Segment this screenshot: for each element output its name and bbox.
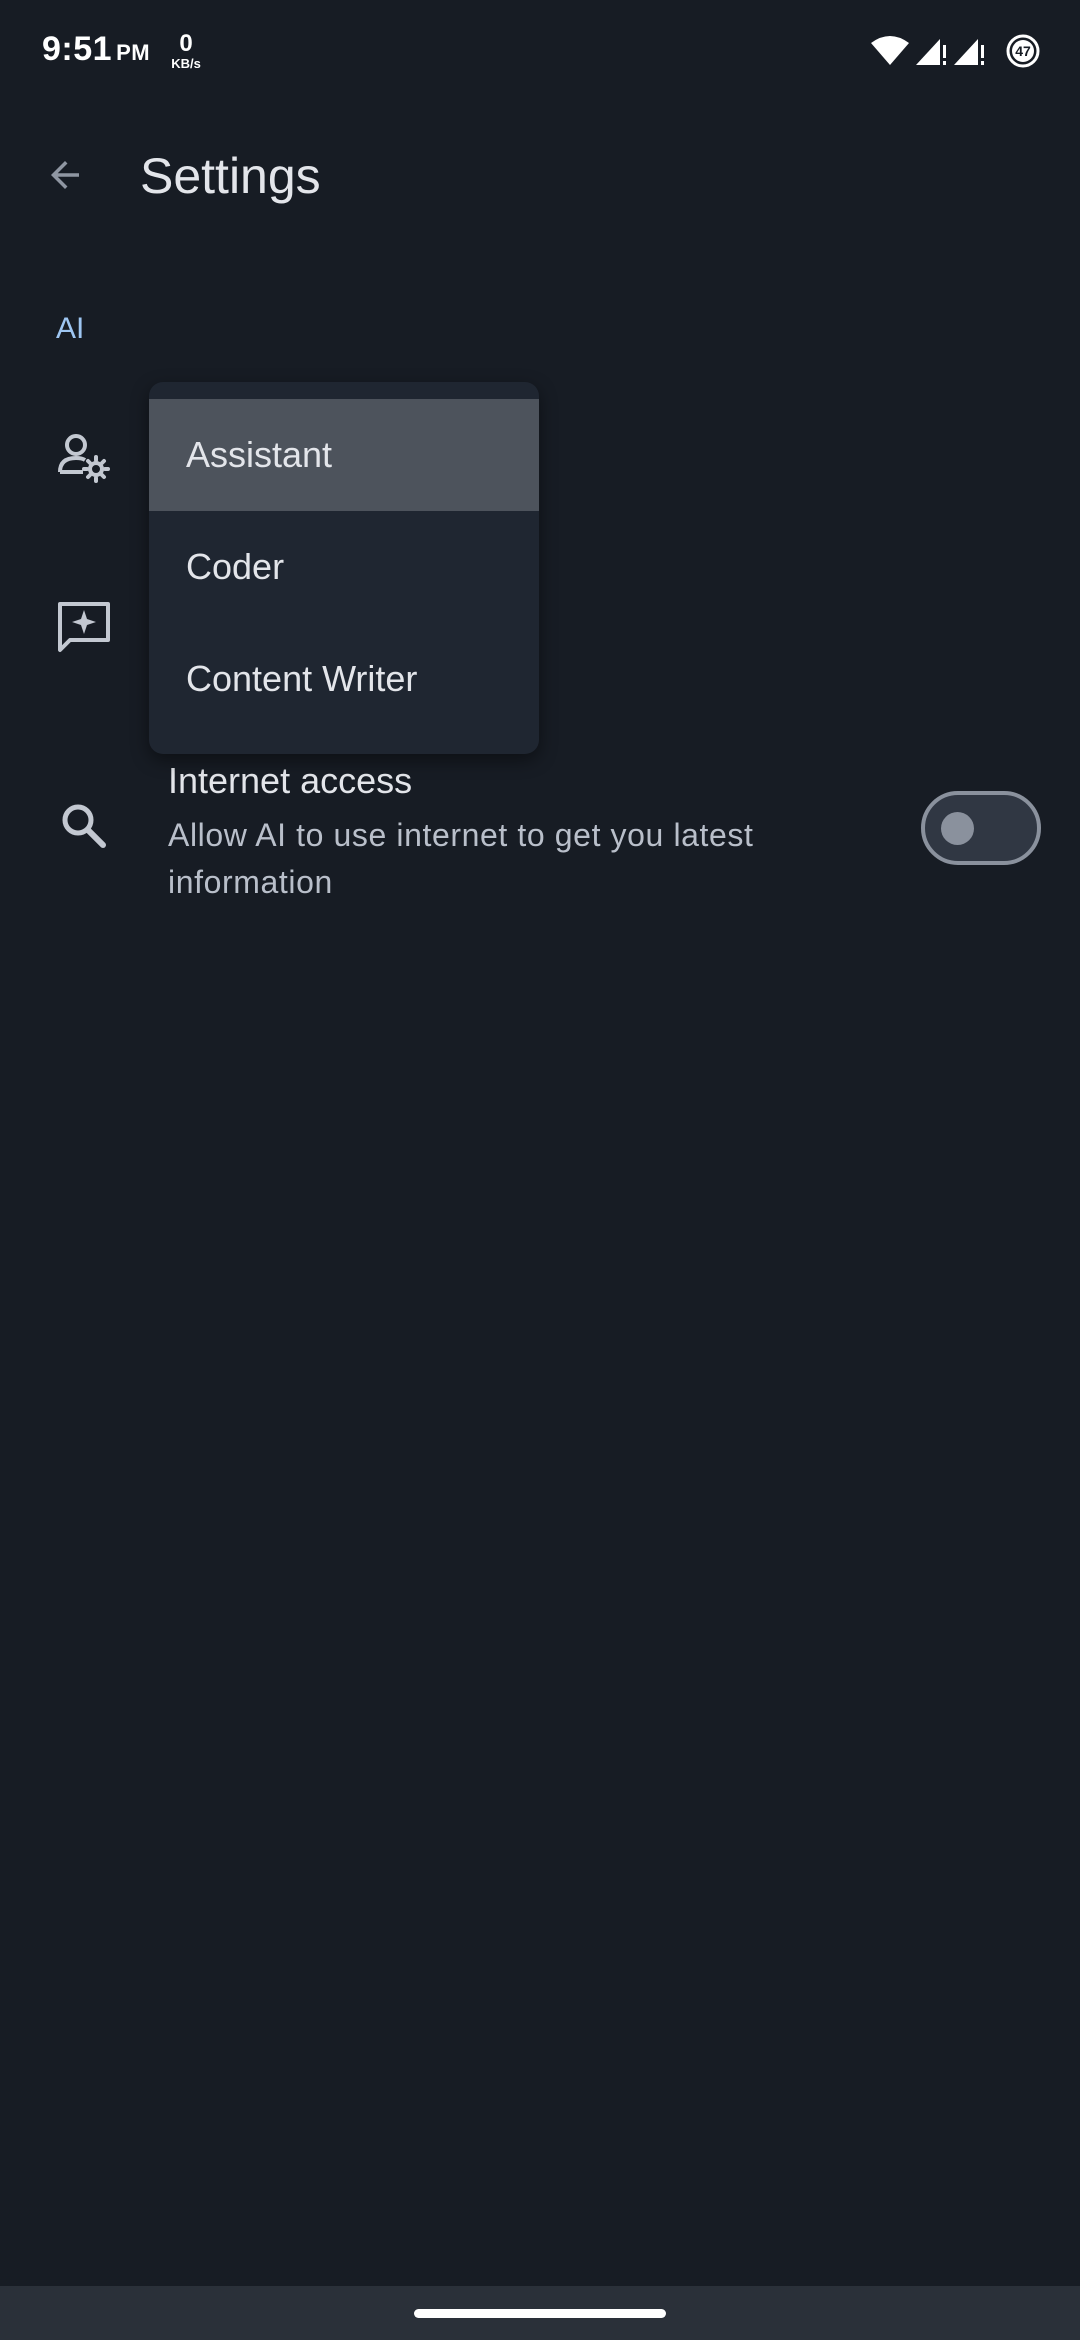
signal-icon — [914, 35, 948, 67]
status-time: 9:51 PM — [42, 30, 150, 69]
internet-access-title: Internet access — [168, 760, 413, 801]
page-title: Settings — [140, 148, 321, 204]
menu-item-coder[interactable]: Coder — [149, 511, 539, 623]
network-speed: 0 KB/s — [166, 30, 206, 71]
toggle-thumb — [941, 812, 974, 845]
back-button[interactable] — [30, 142, 100, 212]
menu-item-content-writer[interactable]: Content Writer — [149, 623, 539, 735]
wifi-icon — [870, 35, 910, 67]
status-bar: 9:51 PM 0 KB/s 47 — [0, 0, 1080, 106]
gesture-handle[interactable] — [414, 2309, 666, 2318]
network-speed-value: 0 — [179, 30, 193, 57]
status-icons: 47 — [870, 34, 1040, 68]
internet-access-toggle[interactable] — [921, 791, 1041, 865]
arrow-back-icon — [44, 154, 86, 201]
signal-icon — [952, 35, 986, 67]
internet-access-setting[interactable]: Internet access Allow AI to use internet… — [0, 748, 1080, 908]
app-bar: Settings — [0, 120, 1080, 232]
chat-sparkle-icon[interactable] — [56, 600, 112, 656]
person-gear-icon[interactable] — [56, 428, 112, 484]
battery-level: 47 — [1015, 43, 1031, 59]
menu-item-assistant[interactable]: Assistant — [149, 399, 539, 511]
section-header-ai: AI — [56, 312, 85, 345]
status-time-ampm: PM — [116, 40, 151, 65]
persona-dropdown-menu: Assistant Coder Content Writer — [149, 382, 539, 754]
navigation-bar — [0, 2286, 1080, 2340]
internet-access-description: Allow AI to use internet to get you late… — [168, 817, 754, 900]
network-speed-unit: KB/s — [171, 56, 201, 71]
battery-icon: 47 — [1006, 34, 1040, 68]
status-time-value: 9:51 — [42, 30, 113, 68]
search-icon — [56, 798, 112, 854]
